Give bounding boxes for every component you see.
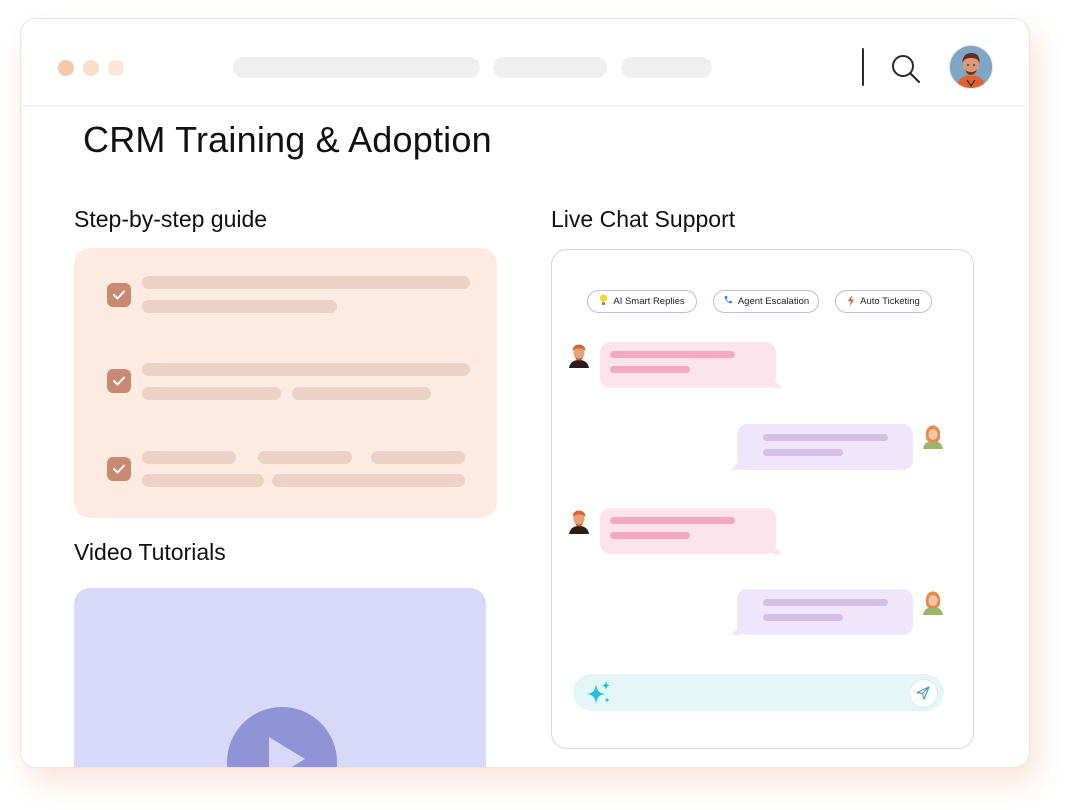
sparkle-icon[interactable] (585, 680, 613, 711)
step-3-line-2a (142, 474, 264, 487)
nav-placeholder-2[interactable] (493, 57, 607, 78)
chat-panel: AI Smart Replies Agent Escalation Auto T… (551, 249, 974, 749)
lightning-icon (847, 294, 855, 309)
step-3-line-1c (371, 451, 465, 464)
step-1-line-2 (142, 300, 337, 313)
chip-label: Auto Ticketing (860, 296, 920, 307)
phone-icon (723, 295, 733, 308)
step-3-line-2b (272, 474, 465, 487)
step-2-line-2a (142, 387, 281, 400)
lightbulb-icon (599, 294, 608, 309)
chip-agent-escalation[interactable]: Agent Escalation (713, 290, 819, 313)
outgoing-message (731, 589, 913, 635)
incoming-message (600, 342, 782, 388)
agent-avatar-icon (567, 508, 591, 534)
guide-card (74, 248, 497, 518)
user-avatar-icon (921, 423, 945, 449)
check-icon (113, 376, 125, 386)
step-3-checkbox[interactable] (107, 457, 131, 481)
video-section-title: Video Tutorials (74, 539, 226, 565)
nav-placeholder-1[interactable] (233, 57, 480, 78)
send-icon (916, 686, 930, 700)
message-input[interactable] (573, 674, 944, 711)
chip-label: Agent Escalation (737, 296, 810, 307)
user-avatar-icon (921, 589, 945, 615)
send-button[interactable] (909, 679, 938, 708)
divider (862, 48, 864, 86)
incoming-message (600, 508, 782, 554)
step-2-checkbox[interactable] (107, 369, 131, 393)
window-dot-maximize[interactable] (108, 60, 124, 76)
agent-avatar-icon (567, 342, 591, 368)
step-3-line-1b (258, 451, 352, 464)
chip-label: AI Smart Replies (613, 296, 685, 307)
chat-section-title: Live Chat Support (551, 206, 736, 232)
avatar[interactable] (949, 45, 993, 89)
step-3-line-1a (142, 451, 236, 464)
app-window: CRM Training & Adoption Step-by-step gui… (20, 18, 1030, 768)
page-title: CRM Training & Adoption (83, 119, 492, 160)
window-dot-minimize[interactable] (83, 60, 99, 76)
check-icon (113, 464, 125, 474)
chip-ai-smart-replies[interactable]: AI Smart Replies (587, 290, 697, 313)
outgoing-message (731, 424, 913, 470)
step-2-line-1 (142, 363, 470, 376)
window-dot-close[interactable] (58, 60, 74, 76)
step-2-line-2b (292, 387, 431, 400)
nav-placeholder-3[interactable] (621, 57, 712, 78)
check-icon (113, 290, 125, 300)
step-1-checkbox[interactable] (107, 283, 131, 307)
play-icon (269, 737, 305, 767)
guide-section-title: Step-by-step guide (74, 206, 268, 232)
chip-auto-ticketing[interactable]: Auto Ticketing (835, 290, 932, 313)
step-1-line-1 (142, 276, 470, 289)
top-bar (21, 19, 1029, 106)
search-icon[interactable] (889, 52, 923, 86)
video-player[interactable] (74, 588, 486, 767)
play-button[interactable] (227, 707, 337, 767)
